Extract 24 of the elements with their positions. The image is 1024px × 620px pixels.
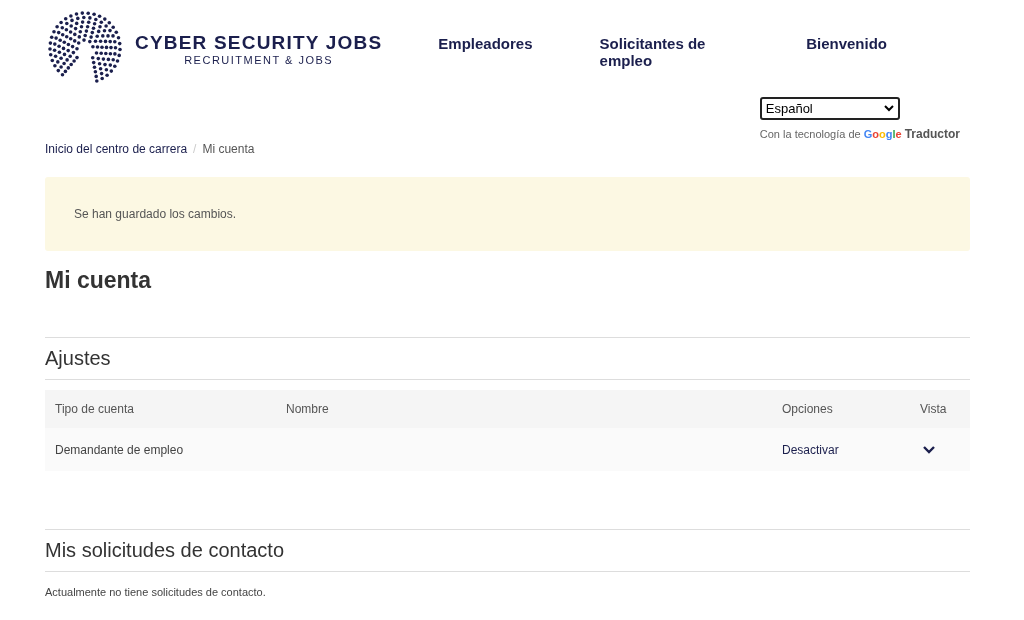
powered-by-text: Con la tecnología de <box>759 128 861 140</box>
nav-link[interactable]: Bienvenido <box>806 35 887 69</box>
breadcrumb-current: Mi cuenta <box>202 142 255 156</box>
deactivate-link[interactable]: Desactivar <box>782 442 920 457</box>
nav-link[interactable]: Solicitantes de empleo <box>599 35 740 69</box>
column-header: Vista <box>920 402 948 416</box>
table-cell-text: Demandante de empleo <box>55 442 185 457</box>
google-logo: Google <box>863 128 902 140</box>
logo-title: CYBER SECURITY JOBS <box>135 32 383 54</box>
column-header: Tipo de cuenta <box>55 402 135 416</box>
language-select[interactable]: Español <box>759 97 900 120</box>
page-title: Mi cuenta <box>45 267 153 294</box>
breadcrumb-link[interactable]: Inicio del centro de carrera <box>45 142 188 156</box>
column-header: Opciones <box>782 402 834 416</box>
empty-message: Actualmente no tiene solicitudes de contacto. <box>45 586 267 598</box>
chevron-down-icon <box>883 105 894 112</box>
logo-subtitle: RECRUITMENT & JOBS <box>184 54 334 66</box>
success-alert: Se han guardado los cambios. <box>45 177 970 251</box>
translator-label: Traductor <box>904 127 960 141</box>
section-heading: Mis solicitudes de contacto <box>45 529 970 572</box>
nav-link[interactable]: Empleadores <box>438 35 533 69</box>
section-heading: Ajustes <box>45 337 970 380</box>
column-header: Nombre <box>286 402 330 416</box>
breadcrumb-separator: / <box>193 142 197 156</box>
